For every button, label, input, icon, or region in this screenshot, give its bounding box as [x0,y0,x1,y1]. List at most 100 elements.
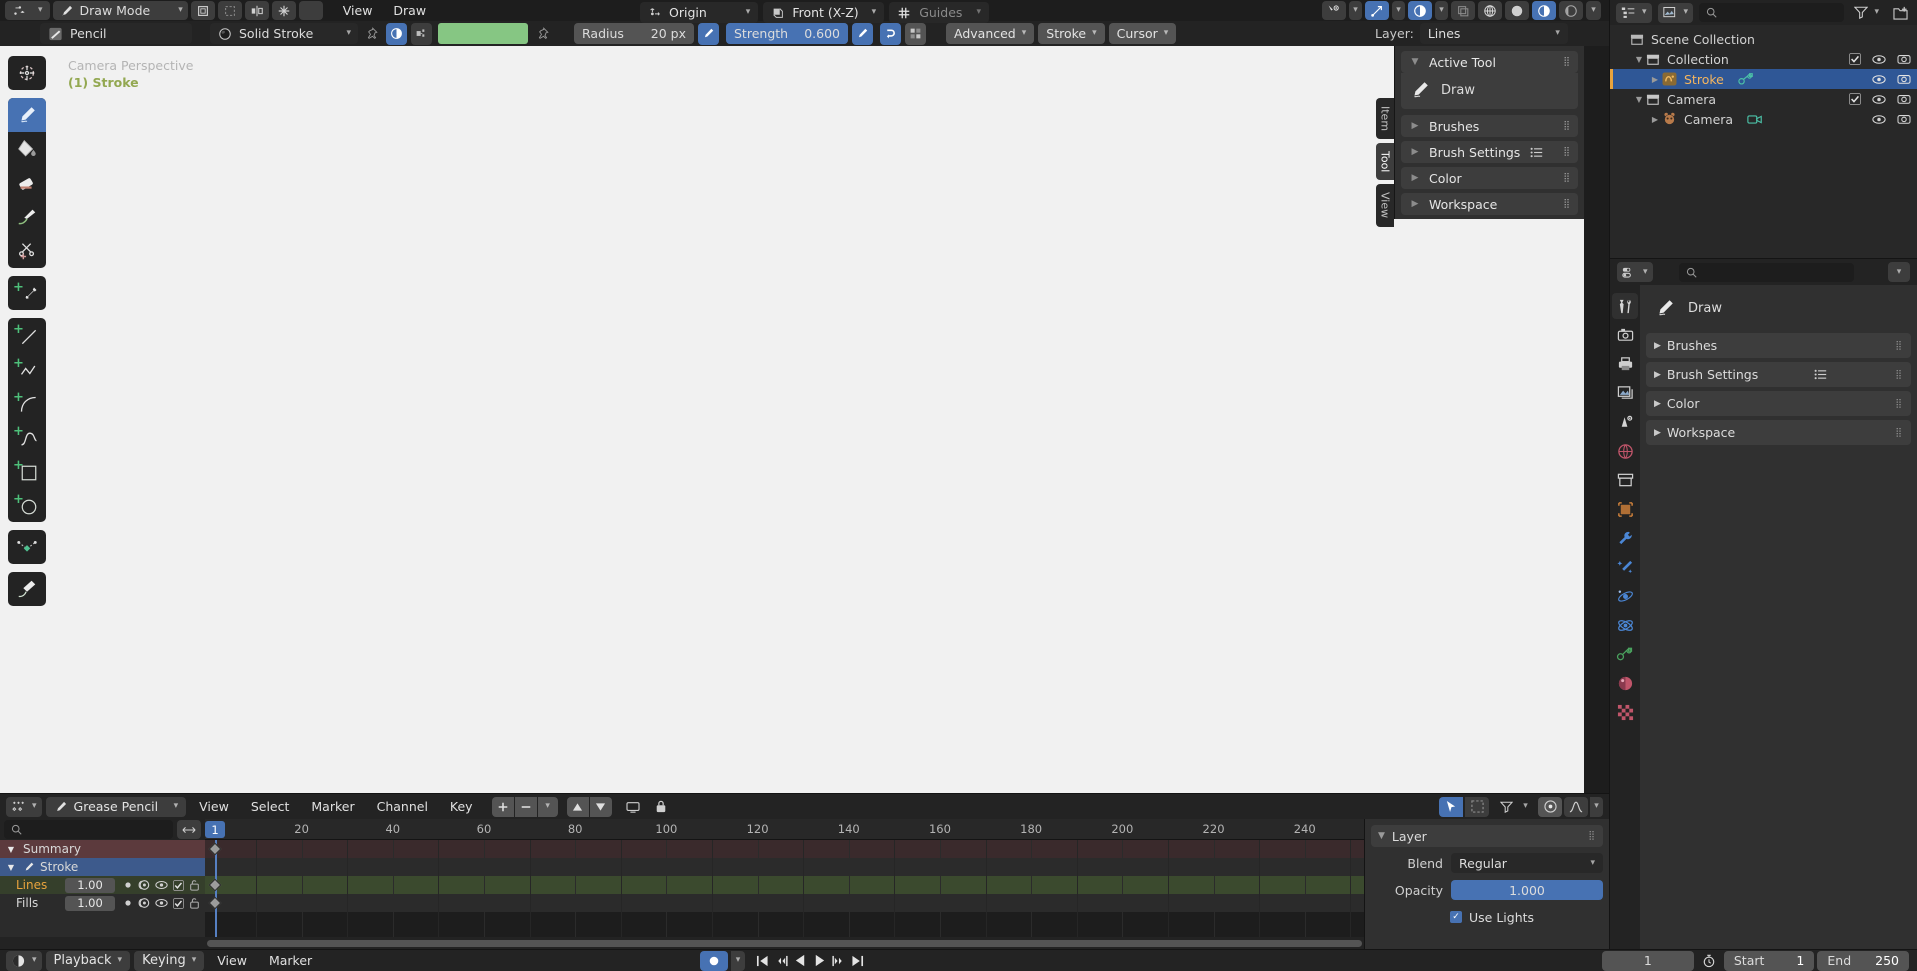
add-keyframe-icon[interactable] [491,796,514,817]
auto-keying-icon[interactable] [1697,951,1721,971]
properties-tab-material[interactable] [1612,670,1638,696]
track-object[interactable] [205,858,1364,876]
outliner-filter-button[interactable]: ▾ [1850,3,1883,23]
properties-tab-object-data[interactable] [1612,641,1638,667]
gizmo-chevron-icon[interactable]: ▾ [1392,1,1405,20]
layer-opacity-field[interactable]: 1.00 [65,877,115,893]
outliner-display-mode[interactable]: ▾ [1657,2,1694,23]
pin-icon[interactable] [362,23,380,45]
use-lights-checkbox[interactable]: ✓ [1450,911,1462,923]
curve-tool[interactable]: + [8,420,46,454]
chevron-down-icon[interactable]: ▼ [4,845,18,854]
arc-tool[interactable]: + [8,386,46,420]
outliner-editor-type[interactable]: ▾ [1616,2,1652,23]
keyframe-chevron-icon[interactable]: ▾ [537,796,558,817]
outliner-search-input[interactable] [1699,3,1845,22]
track-summary[interactable] [205,840,1364,858]
dopesheet-channel-stroke[interactable]: ▼ Stroke [0,858,205,876]
tint-brush-tool[interactable] [8,200,46,234]
track-lines[interactable] [205,876,1364,894]
properties-tab-physics[interactable] [1612,612,1638,638]
mode-selector[interactable]: Draw Mode ▾ [52,1,188,20]
jump-to-prev-keyframe-icon[interactable] [773,951,790,971]
onion-skin-icon[interactable] [137,879,150,891]
move-up-icon[interactable] [566,796,589,817]
dopesheet-channel-lines[interactable]: Lines 1.00 [0,876,205,894]
eyedropper-tool[interactable]: + [8,276,46,310]
radius-pressure-icon[interactable] [698,22,719,45]
chevron-down-icon[interactable]: ▼ [4,863,18,872]
keying-chevron-icon[interactable]: ▾ [731,950,745,971]
falloff-chevron-icon[interactable]: ▾ [1590,796,1603,817]
interpolate-tool[interactable] [8,530,46,564]
strength-pressure-icon[interactable] [852,22,873,45]
properties-tab-output[interactable] [1612,351,1638,377]
dopesheet-horizontal-scrollbar[interactable] [205,938,1364,948]
onion-skin-icon[interactable] [298,1,323,20]
track-fills[interactable] [205,894,1364,912]
opacity-slider[interactable]: 1.000 [1451,880,1603,900]
only-show-selected-icon[interactable] [621,797,645,817]
playhead-frame-label[interactable]: 1 [205,821,225,838]
orientation-selector[interactable]: Front (X-Z) ▾ [763,2,885,23]
dopesheet-key-area[interactable]: 20 40 60 80 100 120 140 160 180 200 220 240 1 [205,819,1364,937]
panel-header-workspace[interactable]: ▶ Workspace ⣿ [1401,193,1578,215]
topbar-menu-view[interactable]: View [334,1,382,20]
properties-editor-type[interactable]: ▾ [1617,262,1653,282]
pivot-selector[interactable]: Origin ▾ [640,2,759,23]
properties-panel-brush-settings[interactable]: ▶ Brush Settings ⣿ [1646,362,1911,387]
dopesheet-menu-channel[interactable]: Channel [368,797,437,817]
sidebar-tab-tool[interactable]: Tool [1376,143,1394,181]
dopesheet-tracks[interactable] [205,840,1364,937]
filter-funnel-icon[interactable] [1495,797,1517,817]
cursor-popover[interactable]: Cursor ▾ [1108,23,1177,44]
shading-solid-icon[interactable] [1505,1,1529,20]
draw-tool[interactable] [8,98,46,132]
properties-panel-workspace[interactable]: ▶ Workspace ⣿ [1646,420,1911,445]
camera-data-icon[interactable] [1747,113,1763,126]
current-frame-field[interactable]: 1 [1601,950,1694,971]
cursor-tool[interactable] [8,56,46,90]
bottombar-menu-view[interactable]: View [208,951,256,971]
dopesheet-channel-summary[interactable]: ▼ Summary [0,840,205,858]
select-set-icon[interactable] [217,1,242,20]
dopesheet-menu-view[interactable]: View [190,797,238,817]
properties-tab-render[interactable] [1612,322,1638,348]
properties-tab-world[interactable] [1612,438,1638,464]
panel-header-color[interactable]: ▶ Color ⣿ [1401,167,1578,189]
camera-render-icon[interactable] [1897,73,1911,85]
erase-tool[interactable] [8,166,46,200]
radius-slider[interactable]: Radius 20 px [574,23,694,44]
checkbox-icon[interactable] [1849,93,1861,105]
eye-icon[interactable] [1872,54,1886,65]
cursor-select-icon[interactable] [1439,796,1463,817]
eye-icon[interactable] [1872,74,1886,85]
polyline-tool[interactable]: + [8,352,46,386]
chevron-right-icon[interactable]: ▶ [1648,115,1662,124]
panel-header-brushes[interactable]: ▶ Brushes ⣿ [1401,115,1578,137]
panel-header-brush-settings[interactable]: ▶ Brush Settings ⣿ [1401,141,1578,163]
jump-to-end-icon[interactable] [849,951,866,971]
camera-render-icon[interactable] [1897,53,1911,65]
dopesheet-ruler[interactable]: 20 40 60 80 100 120 140 160 180 200 220 240 1 [205,819,1364,840]
xray-icon[interactable] [1451,1,1475,20]
properties-tab-view-layer[interactable] [1612,380,1638,406]
onion-skin-icon[interactable] [137,897,150,909]
frame-range-end[interactable]: End 250 [1817,950,1909,971]
properties-tab-particles[interactable] [1612,583,1638,609]
properties-tab-collection[interactable] [1612,467,1638,493]
remove-keyframe-icon[interactable] [514,796,537,817]
dot-icon[interactable] [124,881,132,889]
advanced-popover[interactable]: Advanced ▾ [946,23,1035,44]
checkbox-icon[interactable] [173,897,184,909]
preset-list-icon[interactable] [1530,147,1543,158]
properties-options-chevron-icon[interactable]: ▾ [1888,262,1910,282]
play-reverse-icon[interactable] [792,951,809,971]
outliner-row-camera-collection[interactable]: ▼ Camera [1610,89,1917,109]
outliner-row-collection[interactable]: ▼ Collection [1610,49,1917,69]
fill-tool[interactable] [8,132,46,166]
timeline-editor-type[interactable]: ▾ [6,950,42,971]
color-pin-icon[interactable] [532,23,552,45]
outliner-row-stroke[interactable]: ▶ Stroke [1610,69,1917,89]
filter-chevron-icon[interactable]: ▾ [1519,797,1532,817]
